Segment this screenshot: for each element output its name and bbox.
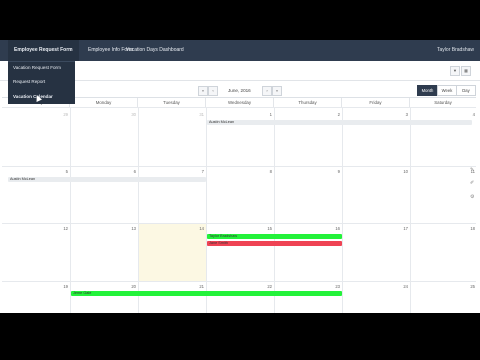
day-number[interactable]: 25 <box>465 284 475 289</box>
day-number[interactable]: 22 <box>262 284 272 289</box>
calendar-title: June, 2016 <box>228 88 251 93</box>
filter-icon[interactable]: ▼ <box>450 66 460 76</box>
nav-employee-request-form[interactable]: Employee Request Form <box>8 40 79 61</box>
day-number[interactable]: 18 <box>465 226 475 231</box>
day-number[interactable]: 9 <box>330 169 340 174</box>
dow-monday: Monday <box>70 98 138 107</box>
day-number[interactable]: 13 <box>126 226 136 231</box>
day-number[interactable]: 24 <box>398 284 408 289</box>
menu-item-vacation-request-form[interactable]: Vacation Request Form <box>13 65 61 70</box>
user-name[interactable]: Taylor Bradshaw <box>437 40 474 61</box>
grid-line <box>70 107 71 313</box>
grid-line <box>342 107 343 313</box>
calendar-event[interactable]: Austin McLean <box>207 120 472 125</box>
calendar-event[interactable]: Jane Smith <box>207 241 342 246</box>
today-cell[interactable] <box>139 224 206 281</box>
day-number[interactable]: 4 <box>465 112 475 117</box>
grid-line <box>2 281 476 282</box>
day-number[interactable]: 5 <box>58 169 68 174</box>
pin-icon[interactable]: ✎ <box>470 167 474 173</box>
grid-view-icon[interactable]: ▦ <box>461 66 471 76</box>
view-day-button[interactable]: Day <box>456 85 476 96</box>
dow-thursday: Thursday <box>274 98 342 107</box>
day-number[interactable]: 2 <box>330 112 340 117</box>
day-number[interactable]: 1 <box>262 112 272 117</box>
day-number[interactable]: 23 <box>330 284 340 289</box>
dow-saturday: Saturday <box>434 100 452 105</box>
day-number[interactable]: 31 <box>194 112 204 117</box>
top-navbar: Employee Request Form Employee Info Form… <box>0 40 480 61</box>
app-frame: Employee Request Form Employee Info Form… <box>0 40 480 313</box>
dow-friday: Friday <box>342 98 410 107</box>
day-number[interactable]: 6 <box>126 169 136 174</box>
view-week-button[interactable]: Week <box>437 85 457 96</box>
menu-item-vacation-calendar[interactable]: Vacation Calendar <box>13 94 53 99</box>
day-number[interactable]: 3 <box>398 112 408 117</box>
day-number[interactable]: 21 <box>194 284 204 289</box>
day-number[interactable]: 8 <box>262 169 272 174</box>
grid-line <box>206 107 207 313</box>
day-number[interactable]: 7 <box>194 169 204 174</box>
grid-line <box>274 107 275 313</box>
month-grid: Sunday Monday Tuesday Wednesday Thursday… <box>2 97 476 313</box>
grid-line <box>2 223 476 224</box>
calendar-event[interactable]: Austin McLean <box>8 177 206 182</box>
next-year-button[interactable]: » <box>272 86 282 96</box>
prev-month-button[interactable]: ‹ <box>208 86 218 96</box>
day-number[interactable]: 16 <box>330 226 340 231</box>
nav-vacation-days-dashboard[interactable]: Vacation Days Dashboard <box>126 40 184 61</box>
calendar-event[interactable]: Taylor Bradshaw <box>207 234 342 239</box>
day-number[interactable]: 20 <box>126 284 136 289</box>
dow-wednesday: Wednesday <box>206 98 274 107</box>
dow-tuesday: Tuesday <box>138 98 206 107</box>
day-number[interactable]: 12 <box>58 226 68 231</box>
view-month-button[interactable]: Month <box>417 85 438 96</box>
day-number[interactable]: 29 <box>58 112 68 117</box>
grid-line <box>2 107 476 108</box>
day-number[interactable]: 30 <box>126 112 136 117</box>
next-month-button[interactable]: › <box>262 86 272 96</box>
edit-icon[interactable]: ✐ <box>470 180 474 186</box>
grid-line <box>410 107 411 313</box>
prev-year-button[interactable]: « <box>198 86 208 96</box>
settings-icon[interactable]: ⚙ <box>470 194 474 200</box>
day-number[interactable]: 19 <box>58 284 68 289</box>
grid-line <box>138 107 139 313</box>
calendar-event[interactable]: Jeme Gale <box>71 291 342 296</box>
menu-item-request-report[interactable]: Request Report <box>13 79 45 84</box>
grid-line <box>2 166 476 167</box>
day-number[interactable]: 15 <box>262 226 272 231</box>
day-number[interactable]: 17 <box>398 226 408 231</box>
nav-dropdown-menu: Vacation Request Form Request Report Vac… <box>8 61 75 104</box>
day-number[interactable]: 14 <box>194 226 204 231</box>
day-number[interactable]: 10 <box>398 169 408 174</box>
